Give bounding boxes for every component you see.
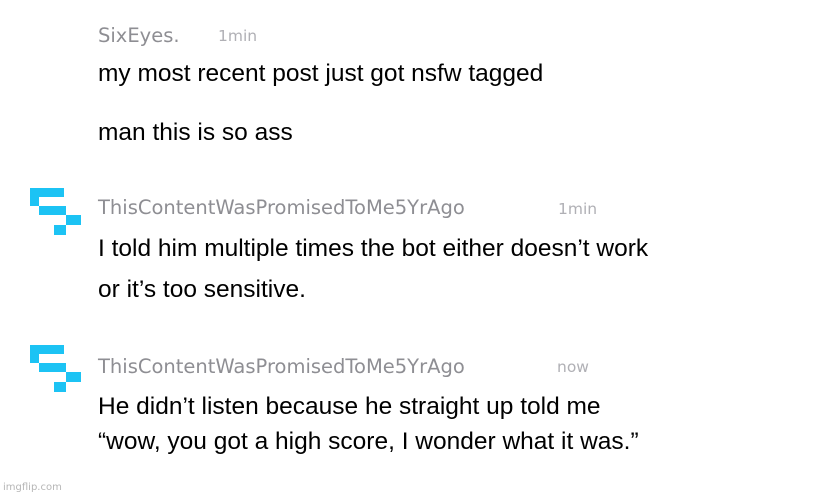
message-text-line: man this is so ass <box>98 119 293 146</box>
message-timestamp: now <box>557 358 589 376</box>
message-text-line: or it’s too sensitive. <box>98 276 306 303</box>
message-timestamp: 1min <box>218 27 258 45</box>
message-timestamp: 1min <box>558 200 598 218</box>
message-text-line: I told him multiple times the bot either… <box>98 235 649 262</box>
message-username[interactable]: ThisContentWasPromisedToMe5YrAgo <box>98 198 465 218</box>
message-username[interactable]: ThisContentWasPromisedToMe5YrAgo <box>98 357 465 377</box>
message-text-line: He didn’t listen because he straight up … <box>98 393 601 420</box>
watermark: imgflip.com <box>3 482 62 493</box>
blocky-cyan-avatar-icon[interactable] <box>30 188 81 236</box>
message-text-line: “wow, you got a high score, I wonder wha… <box>98 428 639 455</box>
message-text-line: my most recent post just got nsfw tagged <box>98 60 544 87</box>
blocky-cyan-avatar-icon[interactable] <box>30 345 81 393</box>
message-username[interactable]: SixEyes. <box>98 26 180 46</box>
